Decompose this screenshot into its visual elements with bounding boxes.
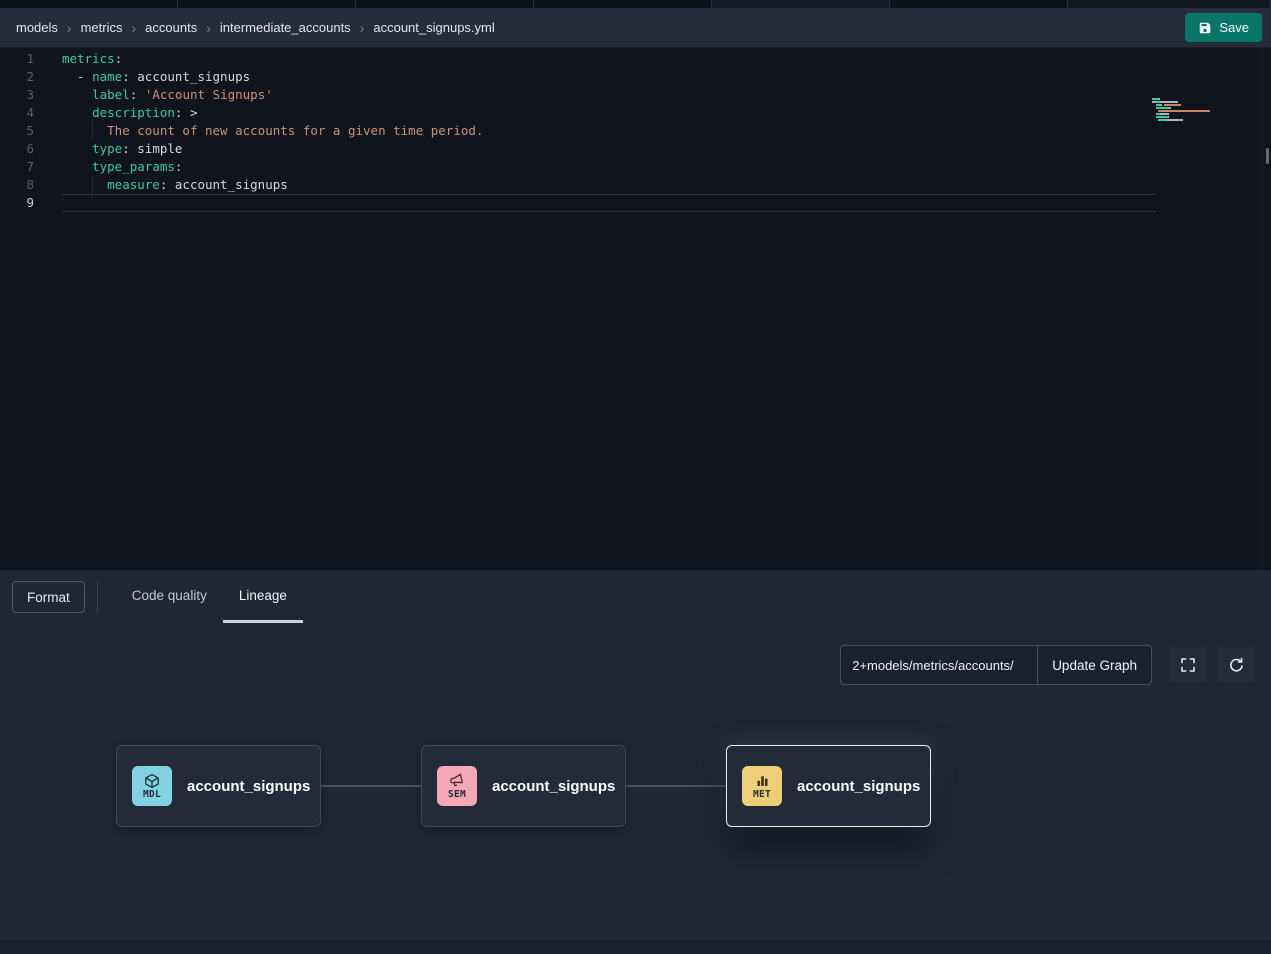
code-line[interactable]: measure: account_signups bbox=[62, 176, 1156, 194]
lineage-toolbar: Update Graph bbox=[840, 645, 1254, 685]
lineage-node[interactable]: SEM account_signups bbox=[421, 745, 626, 827]
breadcrumb-item[interactable]: accounts bbox=[145, 20, 197, 35]
minimap-line bbox=[1152, 116, 1210, 118]
gutter: 123456789 bbox=[0, 50, 34, 212]
lineage-edge bbox=[321, 785, 421, 787]
breadcrumb-item[interactable]: intermediate_accounts bbox=[220, 20, 351, 35]
line-number: 8 bbox=[0, 176, 34, 194]
breadcrumb-item[interactable]: metrics bbox=[81, 20, 123, 35]
lineage-node[interactable]: MET account_signups bbox=[726, 745, 931, 827]
bar-chart-icon bbox=[755, 773, 770, 789]
editor-scrollbar[interactable] bbox=[1262, 48, 1271, 570]
tab-code-quality[interactable]: Code quality bbox=[116, 570, 223, 623]
code-line[interactable] bbox=[62, 194, 1156, 212]
node-title: account_signups bbox=[797, 778, 920, 795]
footer-strip bbox=[0, 940, 1271, 954]
tab-lineage[interactable]: Lineage bbox=[223, 570, 303, 623]
refresh-icon bbox=[1228, 657, 1245, 674]
breadcrumb-item[interactable]: models bbox=[16, 20, 58, 35]
line-number: 3 bbox=[0, 86, 34, 104]
header-divider bbox=[97, 581, 98, 613]
minimap-line bbox=[1152, 98, 1210, 100]
line-number: 4 bbox=[0, 104, 34, 122]
editor-tab[interactable] bbox=[178, 0, 356, 8]
editor-tab[interactable] bbox=[890, 0, 1068, 8]
selector-group: Update Graph bbox=[840, 645, 1152, 685]
save-icon bbox=[1198, 21, 1212, 35]
minimap-line bbox=[1152, 110, 1210, 112]
format-button[interactable]: Format bbox=[12, 581, 85, 613]
node-title: account_signups bbox=[187, 778, 310, 795]
app-window: models › metrics › accounts › intermediate_acc… bbox=[0, 0, 1271, 954]
update-graph-button[interactable]: Update Graph bbox=[1037, 646, 1151, 684]
minimap-line bbox=[1152, 119, 1210, 121]
line-number: 7 bbox=[0, 158, 34, 176]
met-badge: MET bbox=[742, 766, 782, 806]
model-selector-input[interactable] bbox=[841, 646, 1037, 684]
badge-label: SEM bbox=[448, 790, 466, 800]
sem-badge: SEM bbox=[437, 766, 477, 806]
line-number: 5 bbox=[0, 122, 34, 140]
line-number: 1 bbox=[0, 50, 34, 68]
bottom-panel: Format Code qualityLineage MDL account_si… bbox=[0, 570, 1271, 954]
breadcrumb-bar: models › metrics › accounts › intermediate_acc… bbox=[0, 8, 1271, 48]
fullscreen-icon bbox=[1180, 657, 1196, 673]
minimap-line bbox=[1152, 101, 1210, 103]
tab-strip bbox=[0, 0, 1271, 8]
editor-tab[interactable] bbox=[712, 0, 890, 8]
line-number: 9 bbox=[0, 194, 34, 212]
badge-label: MET bbox=[753, 790, 771, 800]
minimap-line bbox=[1152, 122, 1210, 124]
code-area[interactable]: metrics: - name: account_signups label: … bbox=[62, 50, 1156, 212]
code-line[interactable]: label: 'Account Signups' bbox=[62, 86, 1156, 104]
minimap-line bbox=[1152, 113, 1210, 115]
code-line[interactable]: description: > bbox=[62, 104, 1156, 122]
panel-tabs: Code qualityLineage bbox=[116, 570, 303, 623]
lineage-canvas[interactable]: MDL account_signups SEM account_signups MET a… bbox=[0, 570, 1271, 954]
minimap[interactable] bbox=[1152, 98, 1210, 125]
editor-tab[interactable] bbox=[0, 0, 178, 8]
save-label: Save bbox=[1219, 20, 1249, 35]
lineage-edge bbox=[626, 785, 726, 787]
save-button[interactable]: Save bbox=[1185, 13, 1262, 42]
mdl-badge: MDL bbox=[132, 766, 172, 806]
code-line[interactable]: The count of new accounts for a given ti… bbox=[62, 122, 1156, 140]
badge-label: MDL bbox=[143, 790, 161, 800]
editor-tab[interactable] bbox=[1068, 0, 1271, 8]
breadcrumb-item[interactable]: account_signups.yml bbox=[373, 20, 494, 35]
breadcrumb: models › metrics › accounts › intermediate_acc… bbox=[16, 20, 495, 35]
code-line[interactable]: type_params: bbox=[62, 158, 1156, 176]
editor-tab[interactable] bbox=[534, 0, 712, 8]
scrollbar-thumb[interactable] bbox=[1266, 148, 1269, 164]
lineage-node[interactable]: MDL account_signups bbox=[116, 745, 321, 827]
refresh-button[interactable] bbox=[1218, 647, 1254, 683]
code-line[interactable]: - name: account_signups bbox=[62, 68, 1156, 86]
panel-header: Format Code qualityLineage bbox=[0, 570, 1271, 623]
chevron-right-icon: › bbox=[360, 21, 365, 35]
editor-tab[interactable] bbox=[356, 0, 534, 8]
chevron-right-icon: › bbox=[131, 21, 136, 35]
megaphone-icon bbox=[449, 773, 465, 789]
code-line[interactable]: type: simple bbox=[62, 140, 1156, 158]
minimap-line bbox=[1152, 104, 1210, 106]
code-line[interactable]: metrics: bbox=[62, 50, 1156, 68]
code-editor[interactable]: 123456789 metrics: - name: account_signu… bbox=[0, 48, 1271, 570]
chevron-right-icon: › bbox=[206, 21, 211, 35]
indent-guide bbox=[92, 176, 93, 194]
line-number: 6 bbox=[0, 140, 34, 158]
line-number: 2 bbox=[0, 68, 34, 86]
node-title: account_signups bbox=[492, 778, 615, 795]
indent-guide bbox=[92, 122, 93, 140]
fullscreen-button[interactable] bbox=[1170, 647, 1206, 683]
chevron-right-icon: › bbox=[67, 21, 72, 35]
cube-icon bbox=[144, 773, 160, 789]
minimap-line bbox=[1152, 107, 1210, 109]
